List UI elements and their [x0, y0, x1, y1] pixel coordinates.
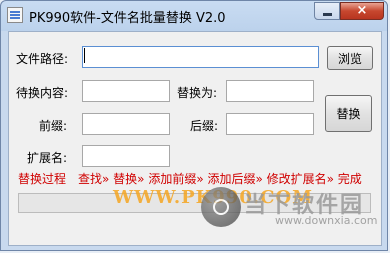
find-label: 待换内容: — [16, 86, 69, 100]
replace-with-label: 替换为: — [177, 86, 218, 100]
find-input[interactable] — [82, 80, 170, 102]
suffix-input[interactable] — [226, 113, 314, 135]
path-input[interactable] — [82, 46, 319, 68]
status-line: 替换过程 查找» 替换» 添加前缀» 添加后缀» 修改扩展名» 完成 — [18, 170, 362, 187]
title-bar[interactable]: PK990软件-文件名批量替换 V2.0 × — [1, 1, 387, 29]
app-window: PK990软件-文件名批量替换 V2.0 × 文件路径: 浏览 待换内容: 替换… — [0, 0, 388, 251]
minimize-button[interactable] — [314, 2, 340, 20]
window-title: PK990软件-文件名批量替换 V2.0 — [29, 11, 226, 26]
watermark-domain: www.downxia.com — [275, 214, 378, 227]
replace-button[interactable]: 替换 — [325, 95, 372, 132]
path-label: 文件路径: — [16, 52, 69, 66]
app-icon — [7, 7, 23, 23]
extension-input[interactable] — [82, 145, 170, 167]
suffix-label: 后缀: — [190, 119, 219, 133]
watermark-logo-icon — [201, 187, 241, 227]
replace-with-input[interactable] — [226, 80, 314, 102]
prefix-input[interactable] — [82, 113, 170, 135]
status-steps: 查找» 替换» 添加前缀» 添加后缀» 修改扩展名» 完成 — [78, 172, 362, 186]
text-caret — [84, 48, 85, 63]
prefix-label: 前缀: — [39, 119, 68, 133]
extension-label: 扩展名: — [27, 151, 68, 165]
browse-button[interactable]: 浏览 — [327, 46, 373, 70]
status-title: 替换过程 — [18, 172, 67, 186]
close-button[interactable]: × — [340, 2, 384, 20]
close-icon: × — [356, 3, 368, 18]
